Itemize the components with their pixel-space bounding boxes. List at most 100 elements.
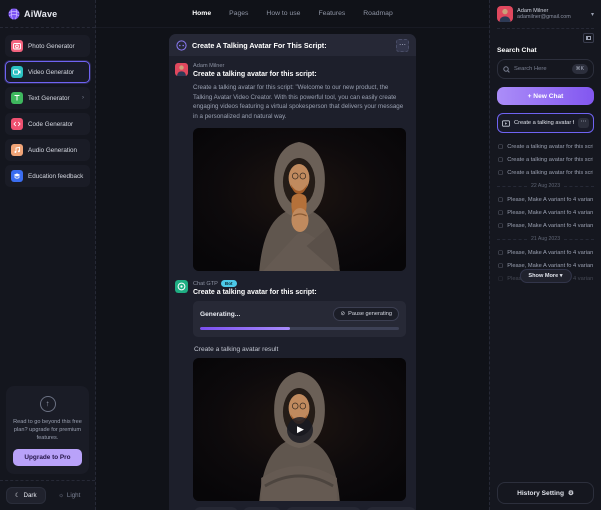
nav-home[interactable]: Home [192,10,211,17]
sidebar-item-label: Code Generator [28,121,73,128]
nav-pages[interactable]: Pages [229,10,248,17]
bot-author-row: Chat GTP Bot [193,280,406,287]
chevron-down-icon: ▾ [591,11,594,18]
brand[interactable]: AiWave [0,0,95,28]
left-sidebar: AiWave Photo Generator Video Generator T… [0,0,96,510]
upgrade-card: ↑ Read to go beyond this free plan? upgr… [6,386,89,474]
generating-progress [200,327,399,330]
main-area: Home Pages How to use Features Roadmap C… [96,0,489,510]
chat-panel: Create A Talking Avatar For This Script:… [169,34,416,510]
upgrade-to-pro-button[interactable]: Upgrade to Pro [13,449,82,466]
chat-icon: ▢ [498,170,503,176]
collapse-panel-button[interactable] [583,33,594,43]
sidebar-item-video-generator[interactable]: Video Generator [5,61,90,83]
message-author: Adam Milner [193,63,406,69]
bot-avatar [175,280,188,293]
chat-icon: ▢ [498,223,503,229]
chat-icon: ▢ [498,197,503,203]
message-title: Create a talking avatar for this script: [193,71,406,78]
chat-panel-header: Create A Talking Avatar For This Script:… [169,34,416,56]
result-video: ▶ [193,358,406,501]
nav-features[interactable]: Features [318,10,345,17]
chevron-down-icon: ▾ [560,273,563,279]
chat-icon: ▢ [498,210,503,216]
result-toolbar: Download ↓ Layout ⊞ English (United Stat… [193,501,406,510]
date-divider: 22 Aug 2023 [497,183,594,189]
brand-name: AiWave [24,9,57,19]
education-icon [11,170,23,182]
sidebar-item-label: Education feedback [28,173,83,180]
bot-message: Chat GTP Bot Create a talking avatar for… [175,280,406,510]
bot-message-title: Create a talking avatar for this script: [193,289,406,296]
upgrade-arrow-icon: ↑ [40,396,56,412]
code-icon [11,118,23,130]
page-title: Create A Talking Avatar For This Script: [192,41,391,50]
history-item[interactable]: ▢ Please, Make A variant fo 4 varian [497,219,594,232]
chat-icon: ▢ [498,157,503,163]
sidebar-item-photo-generator[interactable]: Photo Generator [5,35,90,57]
generating-progress-fill [200,327,290,330]
sidebar-item-audio-generation[interactable]: Audio Generation [5,139,90,161]
date-divider: 21 Aug 2023 [497,236,594,242]
user-avatar [497,6,513,22]
brand-logo-icon [8,8,20,20]
generating-label: Generating... [200,311,240,318]
pause-generating-button[interactable]: ⊘ Pause generating [333,307,399,321]
chat-more-button[interactable]: ⋯ [578,118,589,128]
selected-chat-item[interactable]: Create a talking avatar for thi ⋯ [497,113,594,133]
pause-icon: ⊘ [340,311,345,317]
keyboard-shortcut-badge: ⌘K [572,64,588,74]
sidebar-item-education-feedback[interactable]: Education feedback [5,165,90,187]
collapse-panel-icon [586,36,591,40]
sidebar-item-label: Photo Generator [28,43,75,50]
chat-icon: ▢ [498,276,503,282]
right-sidebar: Adam Milner adamilner@gmail.com ▾ Search… [489,0,601,510]
light-mode-button[interactable]: ☼ Light [50,487,90,504]
history-item[interactable]: ▢ Create a talking avatar for this scrip [497,166,594,179]
chat-icon: ▢ [498,263,503,269]
play-icon: ▶ [297,424,304,435]
nav-how-to-use[interactable]: How to use [266,10,300,17]
history-item[interactable]: ▢ Create a talking avatar for this scrip [497,140,594,153]
panel-more-button[interactable]: ⋯ [396,39,409,52]
sidebar-item-label: Audio Generation [28,147,77,154]
user-email: adamilner@gmail.com [517,14,587,20]
chat-video-icon [502,120,510,127]
sidebar-item-label: Text Generator [28,95,70,102]
dark-mode-button[interactable]: ☾ Dark [6,487,46,504]
moon-icon: ☾ [15,492,21,499]
history-item[interactable]: ▢ Create a talking avatar for this scrip [497,153,594,166]
text-icon [11,92,23,104]
generator-nav: Photo Generator Video Generator Text Gen… [0,28,95,194]
chat-icon: ▢ [498,144,503,150]
search-chat-title: Search Chat [497,47,594,54]
chat-icon: ▢ [498,250,503,256]
sidebar-item-code-generator[interactable]: Code Generator [5,113,90,135]
new-chat-button[interactable]: + New Chat [497,87,594,105]
sidebar-item-text-generator[interactable]: Text Generator › [5,87,90,109]
top-navigation: Home Pages How to use Features Roadmap [96,0,489,28]
generating-box: Generating... ⊘ Pause generating [193,301,406,337]
play-button[interactable]: ▶ [287,417,313,443]
bot-badge: Bot [221,280,237,287]
avatar [175,63,188,76]
search-box: ⌘K [497,59,594,79]
video-icon [11,66,23,78]
search-icon [503,66,510,73]
user-message: Adam Milner Create a talking avatar for … [175,63,406,271]
sun-icon: ☼ [58,492,64,499]
result-label: Create a talking avatar result [194,346,406,353]
history-item[interactable]: ▢ Please, Make A variant fo 4 varian [497,246,594,259]
upgrade-text: Read to go beyond this free plan? upgrad… [13,418,82,442]
bot-name: Chat GTP [193,281,218,287]
sidebar-item-label: Video Generator [28,69,74,76]
photo-icon [11,40,23,52]
history-item[interactable]: ▢ Please, Make A variant fo 4 varian [497,193,594,206]
chat-bubble-icon [176,40,187,51]
user-menu[interactable]: Adam Milner adamilner@gmail.com ▾ [497,6,594,29]
nav-roadmap[interactable]: Roadmap [363,10,392,17]
history-item[interactable]: ▢ Please, Make A variant fo 4 varian [497,206,594,219]
show-more-button[interactable]: Show More ▾ [519,269,571,283]
search-input[interactable] [514,66,568,72]
history-setting-button[interactable]: History Setting ⚙ [497,482,594,504]
